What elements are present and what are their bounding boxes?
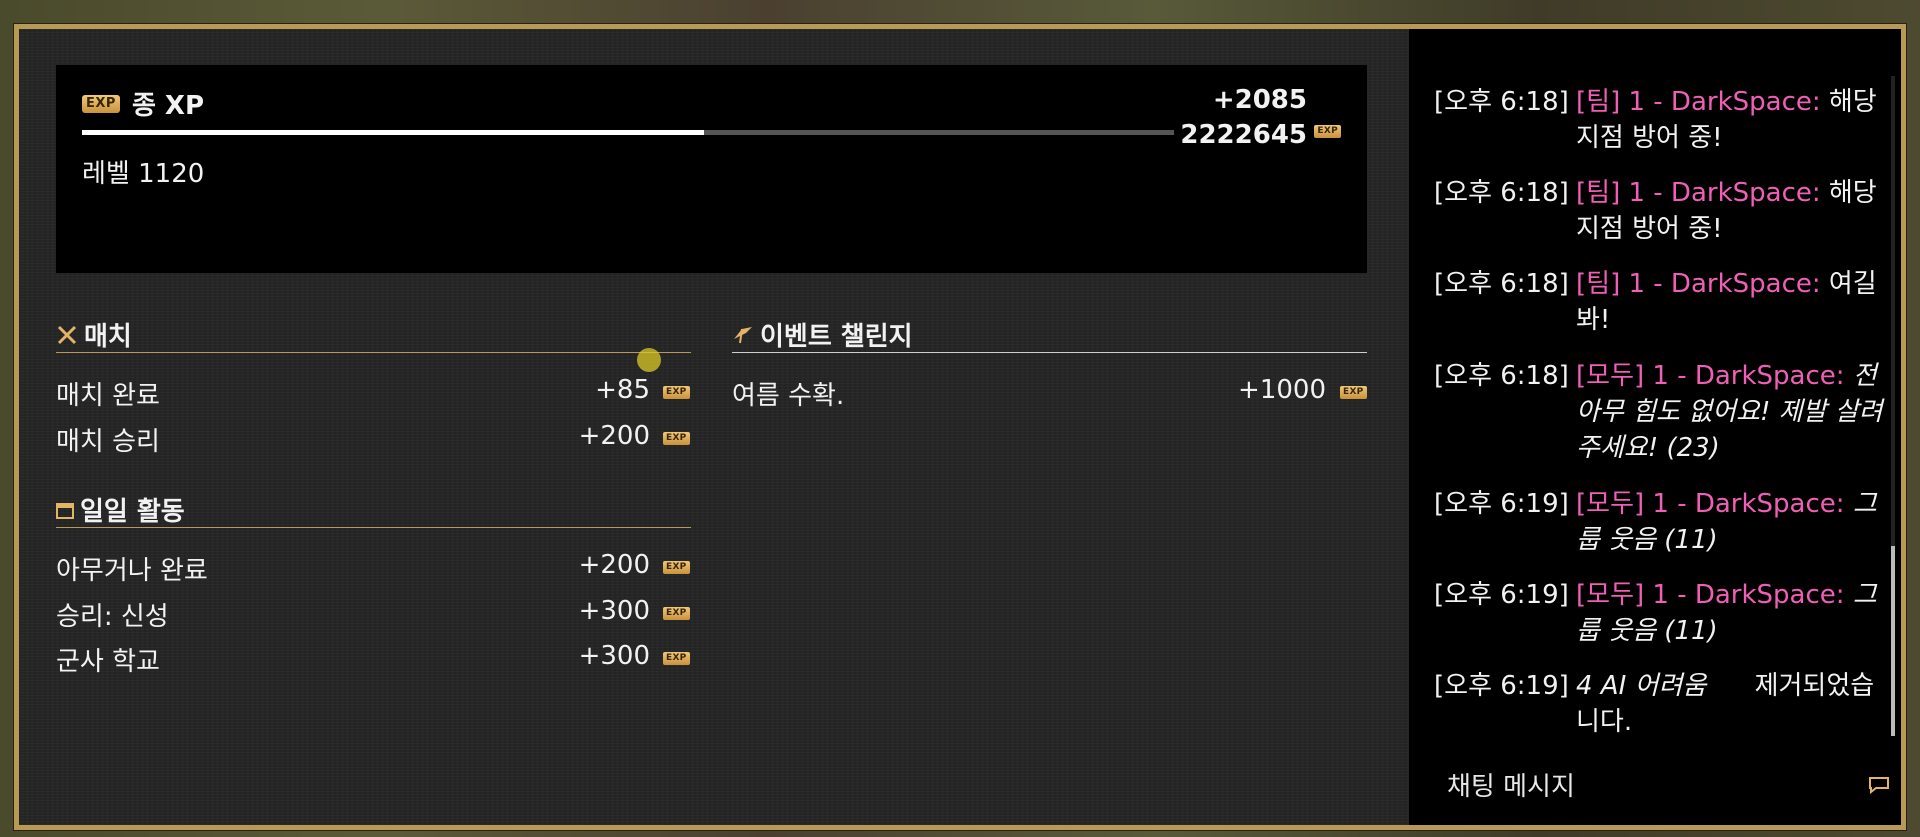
chat-scrollbar[interactable] [1891, 76, 1895, 736]
xp-progress-fill [82, 130, 705, 135]
match-row-value: +85 [595, 375, 650, 405]
chat-message-body: [팀] 1 - DarkSpace: 해당 지점 방어 중! [1576, 84, 1896, 156]
chat-timestamp: [오후 6:19] [1434, 489, 1569, 519]
chat-timestamp: [오후 6:18] [1434, 269, 1569, 299]
chat-channel: [모두] 1 - DarkSpace: [1576, 361, 1845, 391]
calendar-icon [56, 502, 74, 519]
match-section-title: 매치 [84, 322, 132, 352]
exp-icon: EXP [1314, 125, 1341, 138]
match-section-header: 매치 [56, 316, 132, 353]
chat-channel: [팀] 1 - DarkSpace: [1576, 87, 1821, 117]
xp-progress-bar [82, 130, 1174, 135]
chat-message-body: [모두] 1 - DarkSpace: 전 아무 힘도 없어요! 제발 살려 주… [1576, 358, 1896, 466]
daily-divider [56, 527, 691, 528]
mouse-cursor-highlight [637, 348, 661, 372]
chat-channel: [모두] 1 - DarkSpace: [1576, 580, 1845, 610]
chat-timestamp: [오후 6:19] [1434, 671, 1569, 701]
daily-row-label: 승리: 신성 [56, 602, 169, 632]
event-divider [732, 352, 1367, 353]
match-row-label: 매치 승리 [56, 427, 160, 457]
player-level: 레벨 1120 [82, 159, 205, 189]
chat-timestamp: [오후 6:18] [1434, 361, 1569, 391]
exp-icon: EXP [663, 432, 690, 445]
chat-input-field[interactable]: 채팅 메시지 [1447, 766, 1575, 803]
exp-icon: EXP [82, 94, 120, 113]
event-row-value: +1000 [1238, 375, 1326, 405]
chat-timestamp: [오후 6:18] [1434, 178, 1569, 208]
daily-row-label: 아무거나 완료 [56, 556, 208, 586]
exp-icon: EXP [663, 561, 690, 574]
chat-channel: [모두] 1 - DarkSpace: [1576, 489, 1845, 519]
event-challenge-icon [734, 326, 752, 343]
chat-timestamp: [오후 6:19] [1434, 580, 1569, 610]
xp-total: 2222645 [1180, 120, 1307, 150]
exp-icon: EXP [663, 652, 690, 665]
exp-icon: EXP [1340, 386, 1367, 399]
chat-bubble-icon[interactable] [1868, 776, 1890, 794]
chat-message-body: 4 AI 어려움 제거되었습니다. [1576, 668, 1896, 740]
xp-gain: +2085 [1212, 85, 1307, 115]
exp-icon: EXP [663, 386, 690, 399]
event-row-label: 여름 수확. [732, 381, 845, 411]
daily-section-header: 일일 활동 [56, 491, 185, 528]
chat-timestamp: [오후 6:18] [1434, 87, 1569, 117]
match-row-value: +200 [578, 421, 650, 451]
daily-section-title: 일일 활동 [80, 497, 185, 527]
exp-icon: EXP [663, 607, 690, 620]
chat-text-italic: 4 AI 어려움 [1576, 671, 1707, 701]
event-section-title: 이벤트 챌린지 [760, 322, 913, 352]
chat-channel: [팀] 1 - DarkSpace: [1576, 269, 1821, 299]
daily-row-value: +200 [578, 550, 650, 580]
match-row-label: 매치 완료 [56, 381, 160, 411]
chat-channel: [팀] 1 - DarkSpace: [1576, 178, 1821, 208]
total-xp-box: EXP 종 XP +2085 2222645 EXP 레벨 1120 [56, 65, 1367, 273]
chat-message-body: [모두] 1 - DarkSpace: 그룹 웃음 (11) [1576, 577, 1896, 649]
chat-message-body: [팀] 1 - DarkSpace: 해당 지점 방어 중! [1576, 175, 1896, 247]
chat-message-body: [팀] 1 - DarkSpace: 여길 봐! [1576, 266, 1896, 338]
daily-row-value: +300 [578, 596, 650, 626]
total-xp-title: EXP 종 XP [82, 85, 204, 122]
daily-row-value: +300 [578, 641, 650, 671]
daily-row-label: 군사 학교 [56, 647, 160, 677]
crossed-swords-icon [57, 325, 77, 344]
total-xp-label: 종 XP [131, 91, 205, 121]
event-section-header: 이벤트 챌린지 [732, 316, 913, 353]
match-divider [56, 352, 691, 353]
chat-message-body: [모두] 1 - DarkSpace: 그룹 웃음 (11) [1576, 486, 1896, 558]
chat-scroll-thumb[interactable] [1891, 546, 1895, 736]
